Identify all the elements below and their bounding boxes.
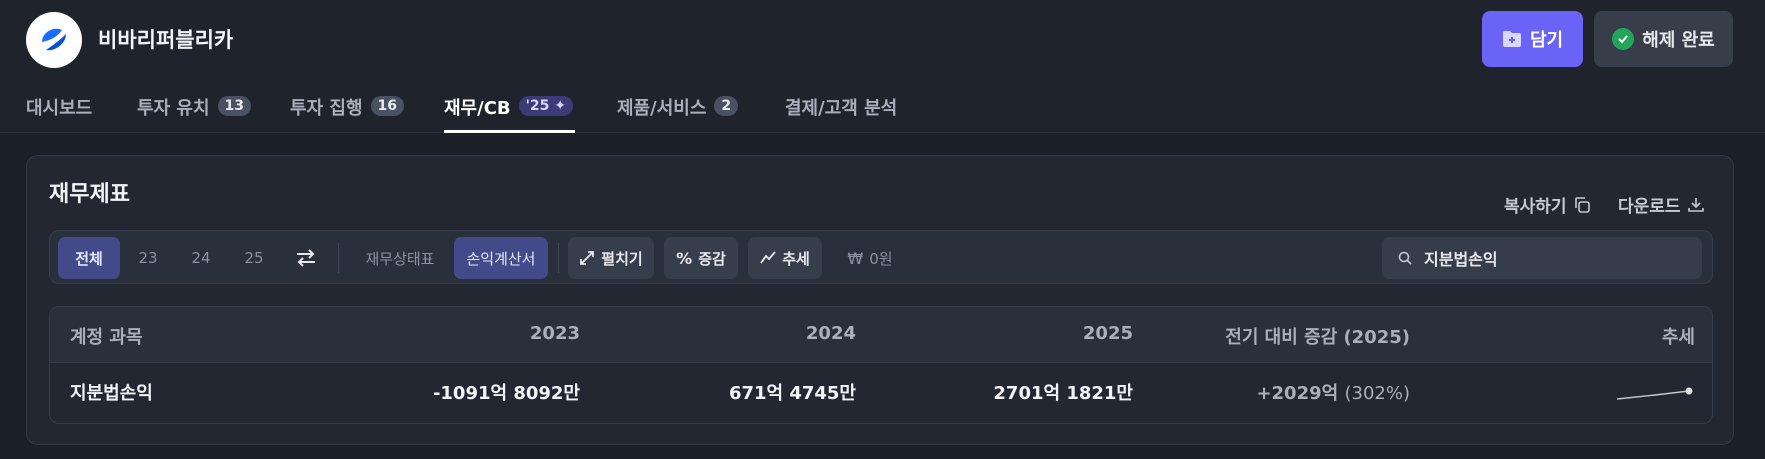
check-icon [1612,28,1635,50]
year-filter-all[interactable]: 전체 [58,237,120,279]
year-filter-25[interactable]: 25 [230,237,278,279]
swap-order-button[interactable] [284,237,328,279]
change-toggle[interactable]: % 증감 [664,237,738,279]
count-badge: 13 [217,96,251,116]
table-row[interactable]: 지분법손익 -1091억 8092만 671억 4745만 2701억 1821… [50,363,1712,423]
search-input[interactable]: 지분법손익 [1382,237,1702,279]
col-trend: 추세 [1661,327,1695,348]
save-button[interactable]: 담기 [1482,11,1583,67]
col-2025: 2025 [1082,323,1133,344]
year-filter-24[interactable]: 24 [177,237,225,279]
card-title: 재무제표 [49,182,130,207]
year-badge: '25 ✦ [518,96,574,116]
save-label: 담기 [1529,30,1564,51]
col-2023: 2023 [529,323,580,344]
search-icon [1398,251,1412,265]
tab-dashboard[interactable]: 대시보드 [26,88,92,133]
tab-investments[interactable]: 투자 집행 16 [290,88,404,133]
trend-line-icon [760,251,776,264]
company-logo [26,12,82,68]
copy-icon [1574,196,1590,213]
trend-toggle[interactable]: 추세 [748,237,822,279]
account-name: 지분법손익 [70,383,153,404]
tab-label: 대시보드 [26,98,93,119]
search-value: 지분법손익 [1424,250,1498,269]
expand-icon [580,251,595,265]
tab-payment-analysis[interactable]: 결제/고객 분석 [785,88,897,133]
trend-sparkline [1616,387,1693,400]
year-filter-23[interactable]: 23 [124,237,172,279]
main-tabs: 대시보드 투자 유치 13 투자 집행 16 재무/CB '25 ✦ 제품/서비… [0,88,1765,133]
divider [558,243,559,273]
count-badge: 2 [714,96,739,116]
zero-value-toggle[interactable]: ₩ 0원 [832,237,908,279]
tab-label: 투자 집행 [290,98,363,119]
copy-button[interactable]: 복사하기 [1504,192,1591,217]
col-change: 전기 대비 증감 (2025) [1225,327,1410,348]
divider [338,243,339,273]
won-icon: ₩ [847,248,864,268]
value-2023: -1091억 8092만 [432,383,580,404]
tab-fundraising[interactable]: 투자 유치 13 [137,88,251,133]
done-label: 해제 완료 [1642,30,1715,51]
col-2024: 2024 [805,323,856,344]
expand-button[interactable]: 펼치기 [568,237,654,279]
tab-label: 결제/고객 분석 [785,98,898,119]
income-statement-table: 계정 과목 2023 2024 2025 전기 대비 증감 (2025) 추세 … [49,306,1713,424]
tab-label: 제품/서비스 [617,98,707,119]
sparkle-icon: ✦ [549,98,567,114]
tab-products-services[interactable]: 제품/서비스 2 [617,88,739,133]
tab-finance-cb[interactable]: 재무/CB '25 ✦ [444,88,575,133]
change-value: +2029억 (302%) [1050,379,1410,405]
change-percent: (302%) [1344,383,1410,404]
download-button[interactable]: 다운로드 [1618,192,1705,217]
toss-logo-icon [42,28,66,51]
top-header: 비바리퍼블리카 담기 해제 완료 대시보드 투자 유치 13 투자 집행 16 … [0,0,1765,133]
download-label: 다운로드 [1618,197,1681,217]
company-name: 비바리퍼블리카 [98,28,234,52]
income-statement-tab[interactable]: 손익계산서 [454,237,548,279]
filter-toolbar: 전체 23 24 25 재무상태표 손익계산서 펼치기 % 증감 추세 ₩ 0원… [49,230,1713,284]
tab-label: 투자 유치 [137,98,210,119]
count-badge: 16 [370,96,404,116]
copy-label: 복사하기 [1504,197,1567,217]
col-account: 계정 과목 [70,327,143,348]
percent-icon: % [676,248,693,268]
tab-label: 재무/CB [444,98,511,119]
swap-arrows-icon [297,249,315,267]
change-amount: +2029억 [1256,383,1339,404]
financial-statements-card: 재무제표 복사하기 다운로드 전체 23 24 25 재무상태표 손익계산서 펼… [26,155,1734,445]
value-2024: 671억 4745만 [728,383,856,404]
balance-sheet-tab[interactable]: 재무상태표 [350,237,450,279]
unlock-complete-button[interactable]: 해제 완료 [1594,11,1733,67]
folder-plus-icon [1502,31,1521,47]
table-header: 계정 과목 2023 2024 2025 전기 대비 증감 (2025) 추세 [50,307,1712,363]
download-icon [1687,197,1704,212]
